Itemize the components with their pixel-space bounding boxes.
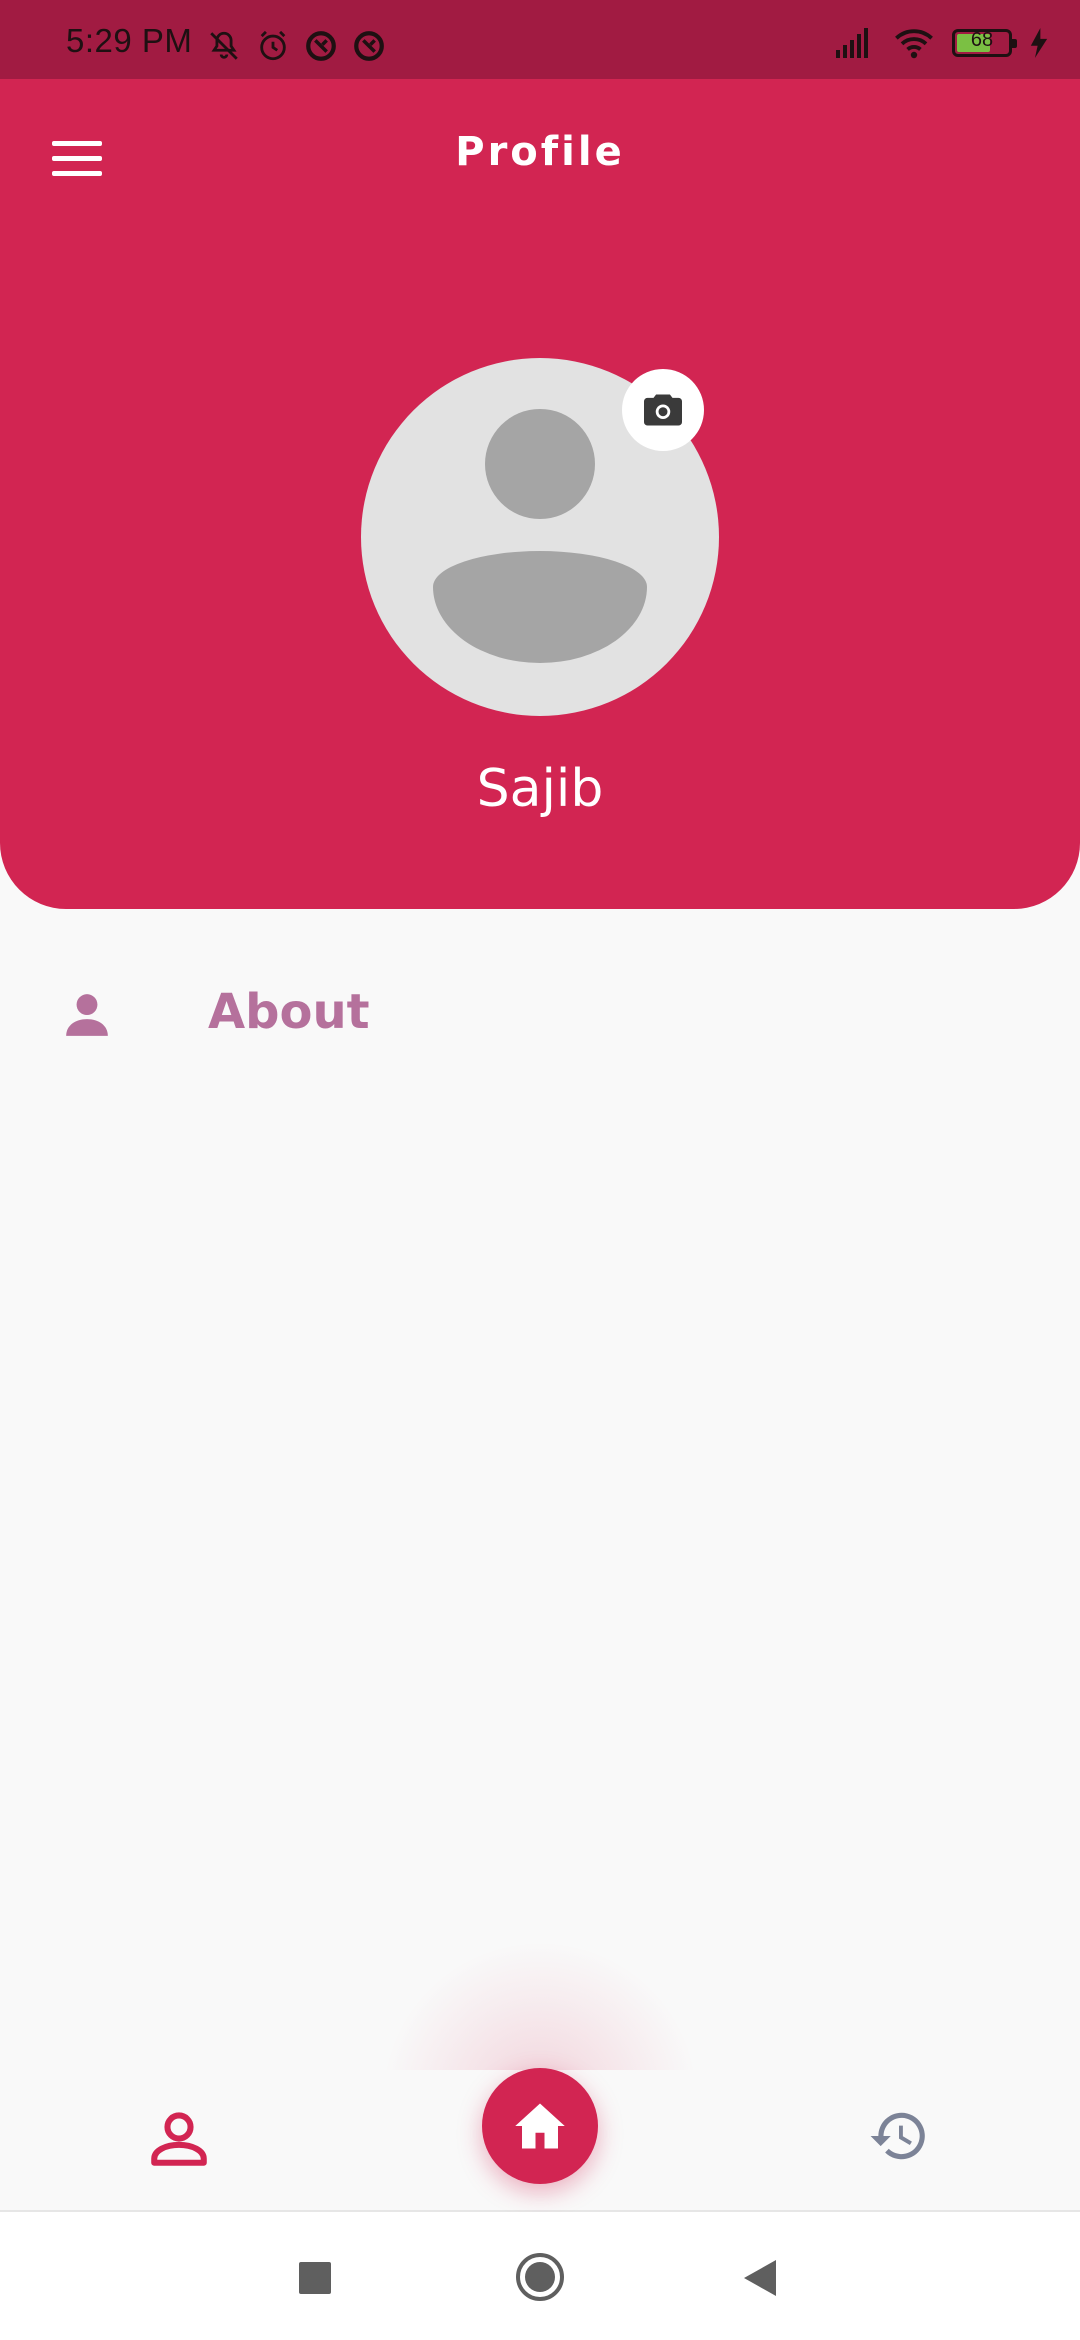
- charging-icon: [1030, 28, 1048, 58]
- back-button[interactable]: [742, 2258, 778, 2298]
- profile-header: Profile Sajib: [0, 79, 1080, 909]
- system-home-button[interactable]: [515, 2252, 565, 2302]
- home-button[interactable]: [482, 2068, 598, 2184]
- status-notification-icons: [205, 29, 387, 63]
- recents-button[interactable]: [299, 2262, 331, 2294]
- battery-icon: 68: [952, 29, 1017, 57]
- data-saver-icon: [354, 31, 384, 61]
- section-label: About: [208, 984, 370, 1040]
- wifi-icon: [895, 29, 933, 59]
- avatar-body: [433, 551, 647, 663]
- alarm-icon: [260, 30, 286, 61]
- status-bar: 5:29 PM 68: [0, 0, 1080, 79]
- history-icon[interactable]: [868, 2105, 930, 2167]
- camera-icon: [644, 394, 682, 426]
- status-time: 5:29 PM: [66, 22, 193, 59]
- mute-icon: [210, 31, 238, 60]
- user-name: Sajib: [476, 759, 604, 819]
- profile-icon[interactable]: [146, 2105, 212, 2171]
- signal-icon: [836, 28, 868, 58]
- avatar-head: [485, 409, 595, 519]
- person-icon: [66, 994, 108, 1036]
- status-system-icons: 68: [836, 27, 1048, 59]
- system-navigation-bar: [0, 2212, 1080, 2340]
- page-title: Profile: [455, 129, 625, 175]
- battery-level: 68: [970, 29, 994, 51]
- home-icon: [515, 2103, 565, 2149]
- camera-button[interactable]: [622, 369, 704, 451]
- data-saver-icon: [306, 31, 336, 61]
- battery-cap: [1012, 39, 1017, 48]
- section-about[interactable]: About: [0, 960, 1080, 1070]
